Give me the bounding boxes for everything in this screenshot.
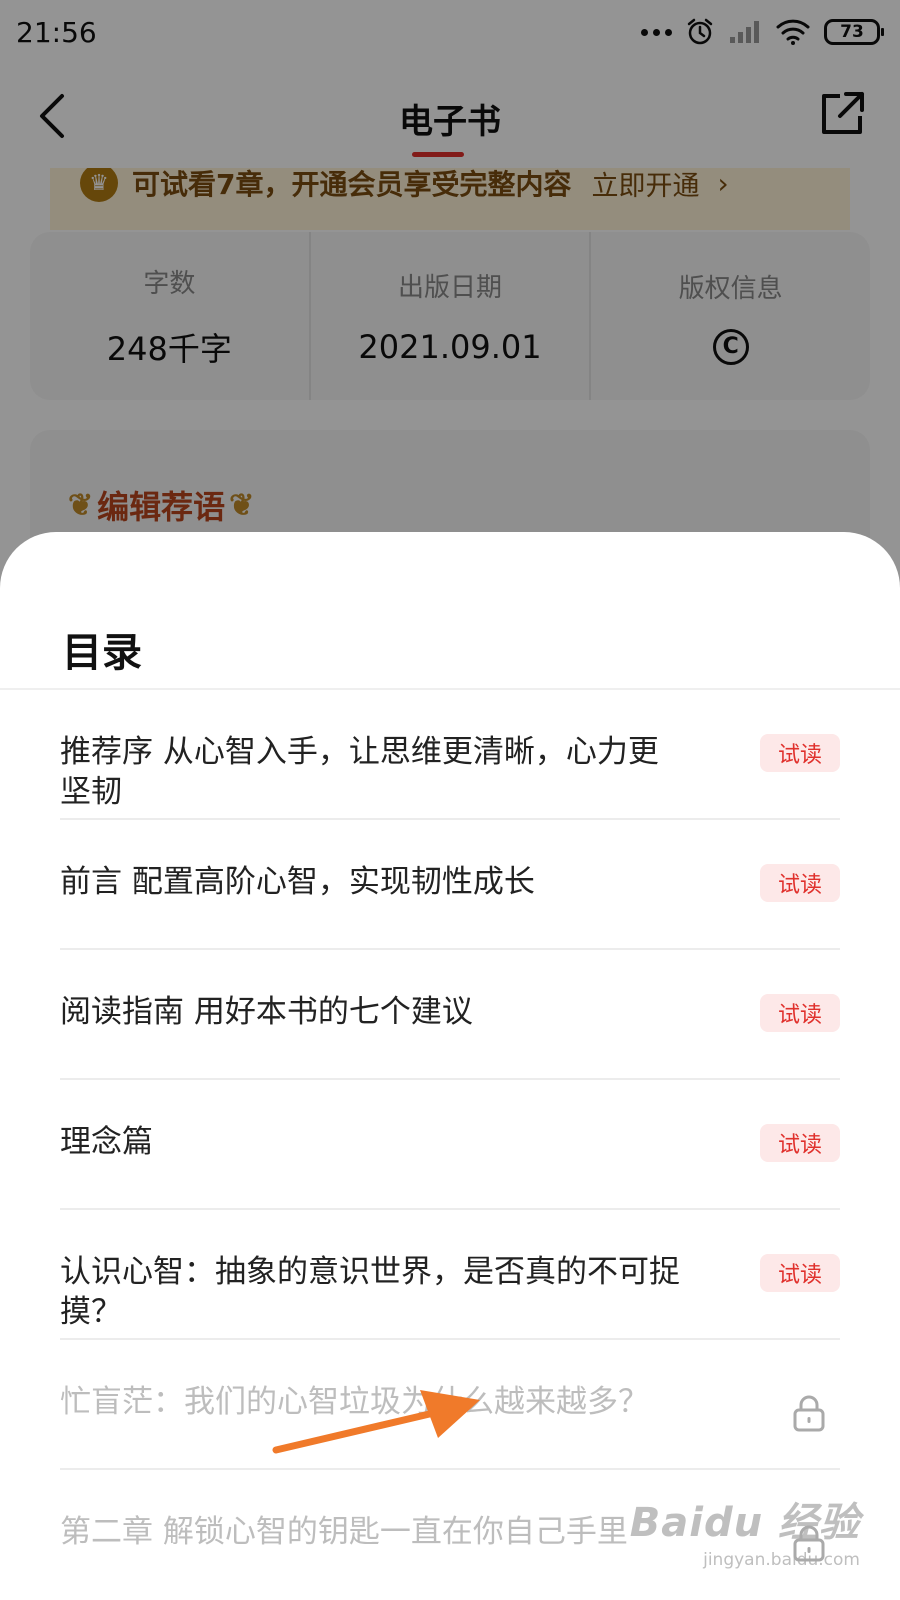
toc-bottom-sheet: 目录 推荐序 从心智入手，让思维更清晰，心力更坚韧 试读 前言 配置高阶心智，实… — [0, 532, 900, 1600]
toc-title: 目录 — [62, 630, 142, 676]
toc-item[interactable]: 前言 配置高阶心智，实现韧性成长 试读 — [60, 820, 840, 950]
toc-item-locked[interactable]: 忙盲茫：我们的心智垃圾为什么越来越多？ — [60, 1340, 840, 1470]
toc-item-title: 推荐序 从心智入手，让思维更清晰，心力更坚韧 — [60, 734, 659, 810]
toc-item[interactable]: 推荐序 从心智入手，让思维更清晰，心力更坚韧 试读 — [60, 690, 840, 820]
toc-item-title: 认识心智：抽象的意识世界，是否真的不可捉摸？ — [60, 1254, 680, 1330]
trial-read-badge[interactable]: 试读 — [760, 1254, 840, 1292]
toc-item[interactable]: 认识心智：抽象的意识世界，是否真的不可捉摸？ 试读 — [60, 1210, 840, 1340]
toc-item-title: 忙盲茫：我们的心智垃圾为什么越来越多？ — [60, 1384, 649, 1420]
toc-item-title: 理念篇 — [60, 1124, 153, 1160]
watermark-main: Baidu 经验 — [629, 1500, 860, 1546]
watermark-sub: jingyan.baidu.com — [703, 1550, 860, 1570]
toc-item-title: 阅读指南 用好本书的七个建议 — [60, 994, 473, 1030]
trial-read-badge[interactable]: 试读 — [760, 1124, 840, 1162]
trial-read-badge[interactable]: 试读 — [760, 864, 840, 902]
toc-item[interactable]: 阅读指南 用好本书的七个建议 试读 — [60, 950, 840, 1080]
lock-icon — [793, 1395, 825, 1432]
toc-item-title: 前言 配置高阶心智，实现韧性成长 — [60, 864, 535, 900]
toc-list: 推荐序 从心智入手，让思维更清晰，心力更坚韧 试读 前言 配置高阶心智，实现韧性… — [60, 690, 840, 1600]
trial-read-badge[interactable]: 试读 — [760, 994, 840, 1032]
toc-item[interactable]: 理念篇 试读 — [60, 1080, 840, 1210]
baidu-watermark: Baidu 经验 jingyan.baidu.com — [630, 1490, 860, 1570]
trial-read-badge[interactable]: 试读 — [760, 734, 840, 772]
